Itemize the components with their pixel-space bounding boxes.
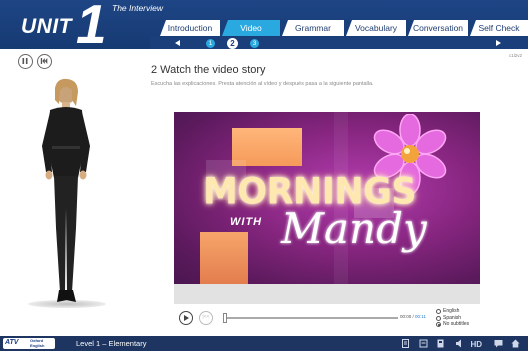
time-readout: 00:00 / 00:11 [400, 314, 426, 319]
slider-handle[interactable] [223, 313, 227, 323]
video-frame[interactable]: MORNINGS WITH Mandy [174, 112, 480, 284]
publisher-logo: ATV Oxford English [3, 338, 55, 349]
logo-atv-text: ATV [5, 339, 19, 346]
video-bottom-bar [174, 284, 480, 304]
progress-slider[interactable] [223, 313, 398, 323]
tab-self-check[interactable]: Self Check [470, 20, 528, 36]
logo-oxford-text: Oxford English [30, 338, 45, 348]
app-window: UNIT 1 The Interview Introduction Video … [0, 0, 528, 351]
level-label: Level 1 – Elementary [76, 339, 147, 348]
next-page-arrow-icon[interactable] [496, 40, 501, 46]
play-button[interactable] [179, 311, 193, 325]
volume-icon[interactable] [455, 339, 464, 348]
subtitle-options: English Spanish No subtitles [436, 308, 469, 328]
instructions-text: Escucha las explicaciones. Presta atenci… [151, 81, 374, 87]
header-bar: UNIT 1 The Interview Introduction Video … [0, 0, 528, 55]
player-controls: |<< 00:00 / 00:11 English Spanish No sub… [174, 304, 480, 330]
previous-page-arrow-icon[interactable] [175, 40, 180, 46]
page-code: c1l2v2 [508, 53, 522, 58]
page-dot-3[interactable]: 3 [250, 38, 259, 48]
time-elapsed: 00:00 [400, 314, 412, 319]
tab-conversation[interactable]: Conversation [408, 20, 468, 36]
chat-icon[interactable] [494, 339, 503, 348]
presenter-image [42, 78, 90, 302]
subtitle-label: No subtitles [443, 321, 470, 327]
video-title-with: WITH [230, 216, 263, 228]
book-icon[interactable] [436, 339, 445, 348]
document-icon[interactable] [401, 339, 410, 348]
tab-vocabulary[interactable]: Vocabulary [346, 20, 406, 36]
video-title-mandy: Mandy [281, 204, 427, 253]
hd-icon[interactable]: HD [470, 339, 484, 348]
subtitle-label: Spanish [443, 314, 462, 321]
pause-icon [22, 58, 28, 64]
tab-grammar[interactable]: Grammar [282, 20, 344, 36]
unit-label: UNIT [21, 15, 72, 38]
home-icon[interactable] [511, 339, 520, 348]
tab-introduction[interactable]: Introduction [160, 20, 220, 36]
tab-video[interactable]: Video [222, 20, 280, 36]
svg-text:HD: HD [471, 340, 483, 348]
time-total: 00:11 [415, 314, 426, 319]
page-navigation: 1 2 3 [150, 37, 528, 49]
radio-icon[interactable] [436, 315, 441, 321]
rewind-icon [40, 58, 48, 64]
step-title: 2 Watch the video story [151, 64, 266, 76]
radio-icon[interactable] [436, 309, 441, 314]
video-orange-block-2 [200, 232, 248, 284]
notes-icon[interactable] [419, 339, 428, 348]
page-dot-2[interactable]: 2 [227, 37, 238, 49]
subtitle-label: English [443, 308, 460, 314]
page-dot-1[interactable]: 1 [206, 38, 215, 48]
rewind-button[interactable]: |<< [199, 311, 213, 325]
unit-number: 1 [76, 0, 107, 55]
footer-bar: ATV Oxford English Level 1 – Elementary H… [0, 336, 528, 351]
subtitle-option-none[interactable]: No subtitles [436, 321, 469, 328]
pause-button[interactable] [18, 54, 33, 69]
restart-button[interactable] [37, 54, 52, 69]
section-title: The Interview [112, 3, 164, 13]
radio-selected-icon[interactable] [436, 322, 441, 327]
